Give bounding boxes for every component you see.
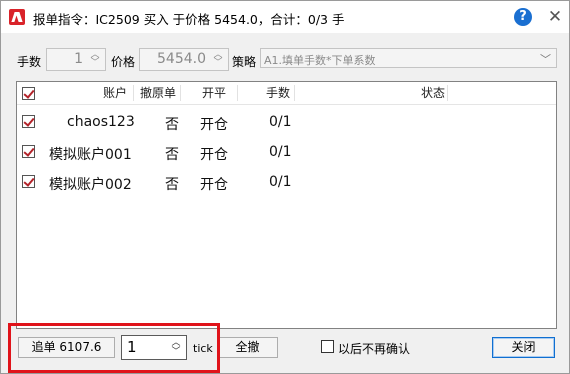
cell-cancel-original: 否	[165, 117, 179, 133]
cell-lots: 0/1	[269, 174, 292, 190]
account-grid: 账户 撤原单 开平 手数 状态 chaos123 否 开仓 0/1 模拟账户00…	[16, 81, 557, 329]
price-stepper-arrows[interactable]: ︿ ﹀	[212, 51, 224, 68]
table-row[interactable]: 模拟账户001 否 开仓 0/1	[17, 136, 556, 166]
tick-stepper[interactable]: 1 ︿ ﹀	[121, 335, 187, 360]
lots-stepper-arrows[interactable]: ︿ ﹀	[89, 51, 101, 68]
cell-open-close: 开仓	[200, 177, 228, 193]
header-divider	[237, 85, 238, 101]
header-divider	[180, 85, 181, 101]
cell-cancel-original: 否	[165, 147, 179, 163]
header-status: 状态	[421, 86, 446, 100]
close-icon[interactable]: ✕	[545, 6, 565, 28]
price-value: 5454.0	[157, 51, 206, 67]
header-open-close: 开平	[202, 86, 227, 100]
header-account: 账户	[103, 86, 128, 100]
cell-lots: 0/1	[269, 144, 292, 160]
cell-account: chaos123	[67, 114, 135, 130]
tick-label: tick	[193, 342, 213, 355]
close-button[interactable]: 关闭	[492, 337, 555, 358]
price-label: 价格	[111, 55, 136, 69]
cell-lots: 0/1	[269, 114, 292, 130]
chase-order-button[interactable]: 追单 6107.6	[18, 337, 115, 358]
table-row[interactable]: 模拟账户002 否 开仓 0/1	[17, 166, 556, 196]
row-checkbox[interactable]	[22, 115, 35, 128]
header-lots: 手数	[266, 86, 291, 100]
window-title: 报单指令：IC2509 买入 于价格 5454.0，合计：0/3 手	[33, 12, 345, 27]
title-bar: 报单指令：IC2509 买入 于价格 5454.0，合计：0/3 手 ? ✕	[1, 1, 569, 33]
strategy-select[interactable]: A1.填单手数*下单系数 ﹀	[260, 48, 557, 68]
header-divider	[294, 85, 295, 101]
grid-header: 账户 撤原单 开平 手数 状态	[17, 82, 556, 105]
tick-stepper-arrows[interactable]: ︿ ﹀	[170, 339, 182, 357]
help-icon[interactable]: ?	[514, 8, 532, 26]
table-row[interactable]: chaos123 否 开仓 0/1	[17, 106, 556, 136]
tick-value: 1	[127, 338, 137, 356]
cancel-all-button[interactable]: 全撤	[217, 337, 278, 358]
strategy-value: A1.填单手数*下单系数	[264, 54, 376, 67]
header-divider	[133, 85, 134, 101]
cell-open-close: 开仓	[200, 117, 228, 133]
chevron-down-icon[interactable]: ﹀	[170, 348, 182, 357]
bottom-bar: 追单 6107.6 1 ︿ ﹀ tick 全撤 以后不再确认 关闭	[1, 331, 570, 371]
price-stepper[interactable]: 5454.0 ︿ ﹀	[139, 48, 229, 71]
strategy-label: 策略	[232, 55, 257, 69]
row-checkbox[interactable]	[22, 175, 35, 188]
order-params-bar: 手数 1 ︿ ﹀ 价格 5454.0 ︿ ﹀ 策略 A1.填单手数*下单系数 ﹀	[1, 45, 570, 73]
cell-open-close: 开仓	[200, 147, 228, 163]
header-cancel-original: 撤原单	[140, 86, 177, 100]
select-all-checkbox[interactable]	[22, 87, 35, 100]
chevron-down-icon[interactable]: ﹀	[540, 51, 551, 67]
no-confirm-checkbox[interactable]	[321, 340, 334, 353]
no-confirm-label[interactable]: 以后不再确认	[338, 340, 410, 357]
chevron-down-icon[interactable]: ﹀	[212, 59, 224, 68]
chevron-down-icon[interactable]: ﹀	[89, 59, 101, 68]
order-dialog: 报单指令：IC2509 买入 于价格 5454.0，合计：0/3 手 ? ✕ 手…	[0, 0, 570, 374]
lots-value: 1	[74, 51, 83, 67]
row-checkbox[interactable]	[22, 145, 35, 158]
cell-account: 模拟账户002	[49, 177, 132, 193]
cell-cancel-original: 否	[165, 177, 179, 193]
app-logo-icon	[9, 9, 25, 25]
cell-account: 模拟账户001	[49, 147, 132, 163]
lots-stepper[interactable]: 1 ︿ ﹀	[46, 48, 106, 71]
lots-label: 手数	[17, 55, 42, 69]
header-divider	[447, 85, 448, 101]
